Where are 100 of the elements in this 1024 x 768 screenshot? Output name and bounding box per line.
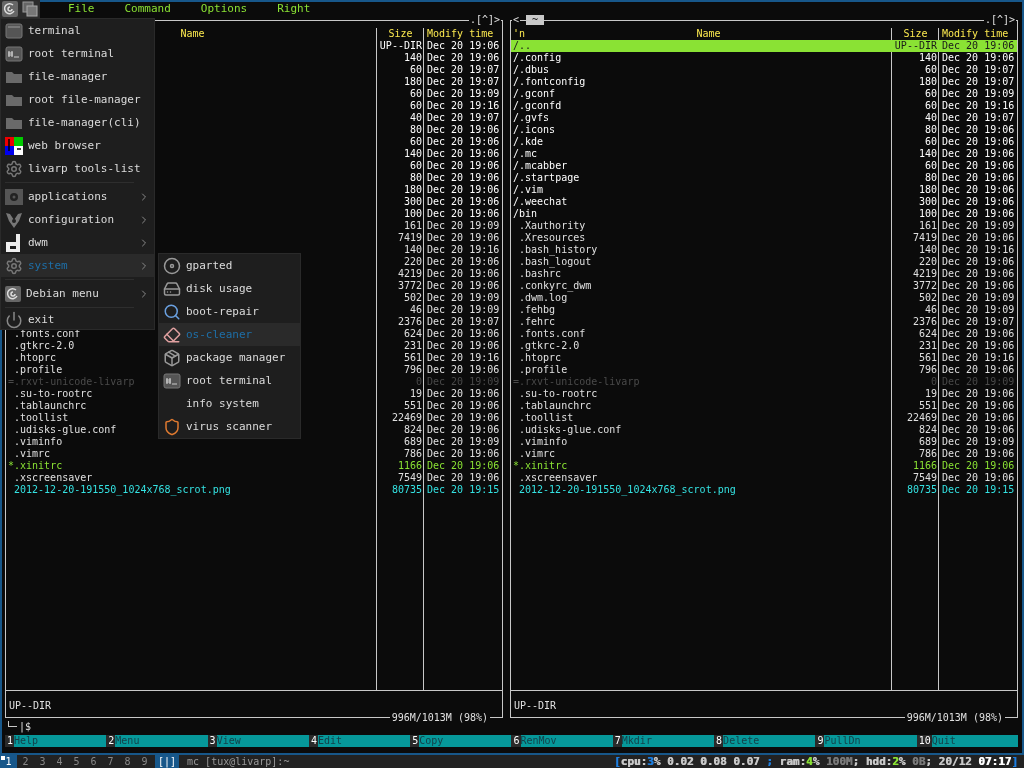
file-name[interactable]: .toollist <box>14 412 69 423</box>
file-name[interactable]: .bashrc <box>519 268 562 279</box>
menu-item[interactable]: livarp tools-list <box>1 157 154 180</box>
file-name[interactable]: .xscreensaver <box>519 472 598 483</box>
file-name[interactable]: .bash_history <box>519 244 598 255</box>
menubar-item[interactable]: Command <box>124 2 171 15</box>
menu-item[interactable]: boot-repair <box>159 300 300 323</box>
file-name[interactable]: .htoprc <box>14 352 57 363</box>
file-name[interactable]: .fehrc <box>519 316 556 327</box>
fkey-number: 8 <box>714 735 724 747</box>
file-name[interactable]: .dwm.log <box>519 292 568 303</box>
file-name[interactable]: .su-to-rootrc <box>14 388 93 399</box>
file-name[interactable]: /.mcabber <box>513 160 568 171</box>
column-header[interactable]: Size <box>377 28 424 40</box>
path-tab[interactable]: ~ <box>526 15 545 25</box>
layout-button[interactable]: [|] <box>155 755 180 768</box>
file-name[interactable]: .Xresources <box>519 232 586 243</box>
file-name[interactable]: .udisks-glue.conf <box>519 424 622 435</box>
menu-item[interactable]: info system <box>159 392 300 415</box>
tag-button[interactable]: 9 <box>136 755 153 768</box>
file-name[interactable]: .profile <box>519 364 568 375</box>
file-name[interactable]: .Xauthority <box>519 220 586 231</box>
file-name[interactable]: 2012-12-20-191550_1024x768_scrot.png <box>14 484 231 495</box>
file-name[interactable]: /.gconfd <box>513 100 562 111</box>
tag-button[interactable]: 4 <box>51 755 68 768</box>
file-name[interactable]: .tablaunchrc <box>519 400 592 411</box>
eraser-icon <box>163 325 181 344</box>
file-name[interactable]: /.config <box>513 52 562 63</box>
menu-item[interactable]: virus scanner <box>159 415 300 438</box>
file-name[interactable]: .conkyrc_dwm <box>519 280 592 291</box>
file-name[interactable]: .viminfo <box>519 436 568 447</box>
file-name[interactable]: .fonts.conf <box>14 328 81 339</box>
tag-button[interactable]: 2 <box>17 755 34 768</box>
file-name[interactable]: .udisks-glue.conf <box>14 424 117 435</box>
file-name[interactable]: .su-to-rootrc <box>519 388 598 399</box>
file-name[interactable]: 2012-12-20-191550_1024x768_scrot.png <box>519 484 736 495</box>
file-name[interactable]: .gtkrc-2.0 <box>519 340 580 351</box>
file-name[interactable]: *.xinitrc <box>513 460 568 471</box>
tag-button[interactable]: 1 <box>0 755 17 768</box>
file-name[interactable]: .profile <box>14 364 63 375</box>
menu-item[interactable]: dwm <box>1 231 154 254</box>
menu-item[interactable]: package manager <box>159 346 300 369</box>
file-name[interactable]: /.weechat <box>513 196 568 207</box>
tag-button[interactable]: 3 <box>34 755 51 768</box>
menu-item[interactable]: gparted <box>159 254 300 277</box>
file-name[interactable]: /.icons <box>513 124 556 135</box>
file-name[interactable]: .viminfo <box>14 436 63 447</box>
file-name[interactable]: .htoprc <box>519 352 562 363</box>
windows-icon[interactable] <box>22 1 38 17</box>
menubar-item[interactable]: Right <box>277 2 311 15</box>
hotlist-button[interactable]: .[^]> <box>468 14 501 26</box>
menu-item[interactable]: file-manager <box>1 65 154 88</box>
file-name[interactable]: /.startpage <box>513 172 580 183</box>
column-header[interactable]: Size <box>892 28 939 40</box>
file-name[interactable]: /.mc <box>513 148 538 159</box>
file-name[interactable]: .gtkrc-2.0 <box>14 340 75 351</box>
tag-button[interactable]: 8 <box>119 755 136 768</box>
file-name[interactable]: /.. <box>513 40 532 51</box>
file-name[interactable]: .fehbg <box>519 304 556 315</box>
sort-indicator[interactable]: 'n <box>513 28 526 40</box>
menu-item[interactable]: root file-manager <box>1 88 154 111</box>
history-button[interactable]: < <box>512 14 521 26</box>
menu-item[interactable]: terminal <box>1 19 154 42</box>
file-name[interactable]: .fonts.conf <box>519 328 586 339</box>
menu-item[interactable]: disk usage <box>159 277 300 300</box>
file-name[interactable]: /.fontconfig <box>513 76 586 87</box>
file-name[interactable]: /.dbus <box>513 64 550 75</box>
file-name[interactable]: /bin <box>513 208 538 219</box>
menubar-item[interactable]: Options <box>200 2 248 15</box>
menu-item[interactable]: root terminal <box>1 42 154 65</box>
menu-item[interactable]: applications <box>1 185 154 208</box>
menu-item[interactable]: root terminal <box>159 369 300 392</box>
file-name[interactable]: /.gvfs <box>513 112 550 123</box>
menu-item[interactable]: configuration <box>1 208 154 231</box>
tag-button[interactable]: 7 <box>102 755 119 768</box>
system-status: [cpu:3% 0.02 0.08 0.07 ; ram:4% 100M; hdd:2% 0B; 20/12 07:17] <box>613 755 1019 768</box>
menu-item[interactable]: file-manager(cli) <box>1 111 154 134</box>
file-name[interactable]: *.xinitrc <box>8 460 63 471</box>
column-header[interactable]: Modify time <box>939 28 1017 40</box>
menu-item[interactable]: Debian menu <box>1 282 154 305</box>
file-name[interactable]: /.kde <box>513 136 544 147</box>
file-name[interactable]: .toollist <box>519 412 574 423</box>
file-name[interactable]: .vimrc <box>14 448 51 459</box>
hotlist-button[interactable]: .[^]> <box>983 14 1016 26</box>
command-prompt[interactable]: |$ <box>19 721 32 733</box>
file-name[interactable]: .vimrc <box>519 448 556 459</box>
column-header[interactable]: Name <box>696 28 721 40</box>
tag-button[interactable]: 5 <box>68 755 85 768</box>
column-header[interactable]: Name <box>180 28 205 40</box>
menubar-item[interactable]: File <box>68 2 95 15</box>
menu-item[interactable]: exit <box>1 310 154 329</box>
column-header[interactable]: Modify time <box>424 28 502 40</box>
file-name[interactable]: /.vim <box>513 184 544 195</box>
file-name[interactable]: .xscreensaver <box>14 472 93 483</box>
file-name[interactable]: .bash_logout <box>519 256 592 267</box>
tag-button[interactable]: 6 <box>85 755 102 768</box>
file-name[interactable]: /.gconf <box>513 88 556 99</box>
menu-item[interactable]: web browser <box>1 134 154 157</box>
file-name[interactable]: .tablaunchrc <box>14 400 87 411</box>
swirl-icon[interactable] <box>2 1 18 17</box>
